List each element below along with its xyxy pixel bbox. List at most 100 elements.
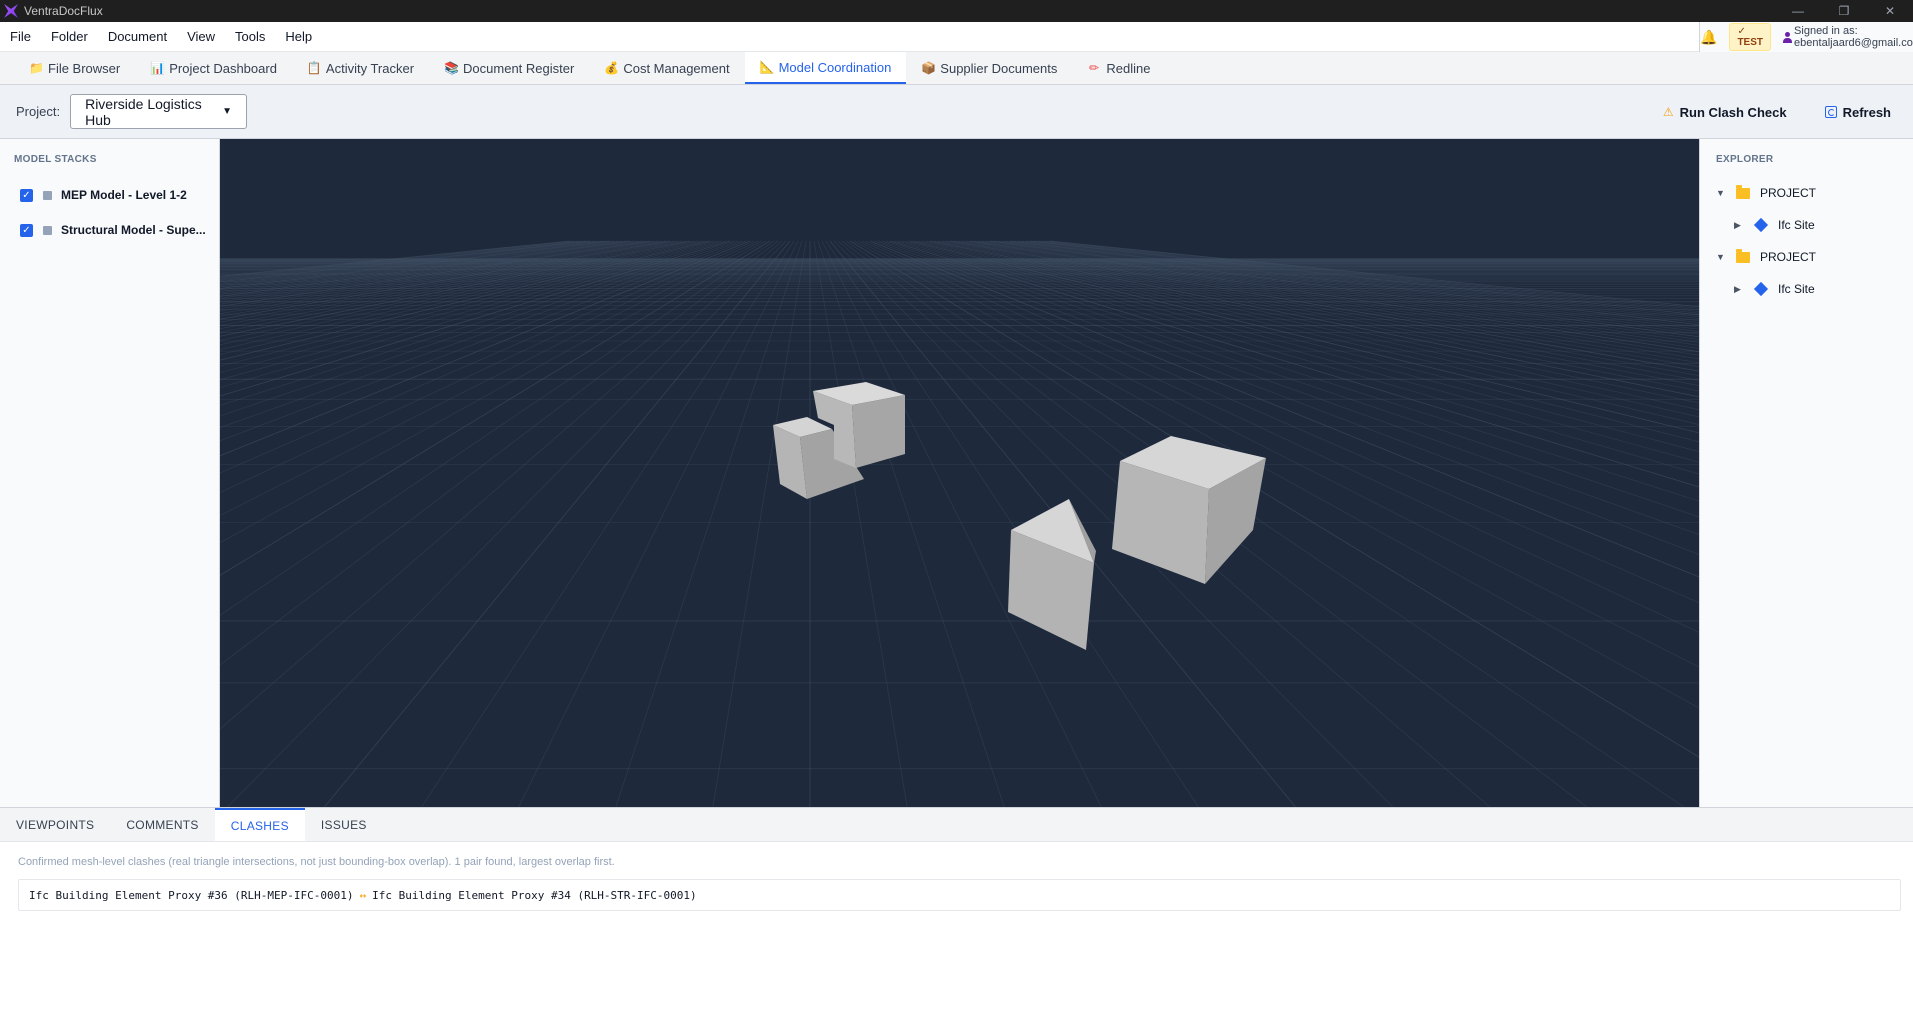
signed-in-user: Signed in as: ebentaljaard6@gmail.com — [1783, 25, 1913, 49]
grid-line — [220, 240, 699, 346]
menu-file[interactable]: File — [0, 29, 41, 44]
grid-line — [981, 240, 1699, 343]
model-stack-item[interactable]: ✓ Structural Model - Supe... — [20, 220, 206, 240]
environment-badge-label: TEST — [1737, 37, 1763, 48]
grid-line — [220, 240, 695, 341]
clash-element-a: Ifc Building Element Proxy #36 (RLH-MEP-… — [29, 888, 354, 902]
grid-line — [615, 240, 803, 807]
tab-label: Cost Management — [623, 60, 730, 76]
model-stack-checkbox[interactable]: ✓ — [20, 223, 33, 237]
app-logo-icon — [4, 4, 18, 18]
tab-issues[interactable]: ISSUES — [305, 808, 383, 841]
pencil-icon: ✏ — [1088, 61, 1099, 75]
grid-line — [881, 240, 1699, 518]
project-toolbar: Project: Riverside Logistics Hub ▼ ⚠ Run… — [0, 85, 1913, 139]
viewport-scene — [220, 240, 1699, 807]
caret-right-icon[interactable]: ▶ — [1734, 284, 1746, 295]
minimize-button[interactable]: — — [1775, 0, 1821, 22]
grid-line — [220, 240, 603, 287]
mesh-element-cube — [1112, 436, 1266, 584]
grid-line — [220, 240, 779, 666]
tree-node-project[interactable]: ▼ PROJECT — [1716, 247, 1816, 267]
tab-label: Redline — [1106, 60, 1151, 76]
tab-redline[interactable]: ✏ Redline — [1072, 52, 1165, 84]
tab-document-register[interactable]: 📚 Document Register — [429, 52, 589, 84]
grid-line — [421, 240, 795, 807]
model-stacks-panel: MODEL STACKS ✓ MEP Model - Level 1-2 ✓ S… — [0, 139, 220, 807]
grid-line — [220, 240, 579, 279]
model-stack-checkbox[interactable]: ✓ — [20, 188, 33, 202]
project-select[interactable]: Riverside Logistics Hub ▼ — [70, 94, 248, 129]
tab-supplier-documents[interactable]: 📦 Supplier Documents — [906, 52, 1072, 84]
grid-line — [220, 240, 635, 299]
tab-label: Model Coordination — [778, 59, 892, 75]
grid-line — [220, 240, 631, 297]
grid-line — [220, 240, 747, 442]
tree-node-site[interactable]: ▶ Ifc Site — [1734, 279, 1815, 299]
tab-label: Project Dashboard — [169, 60, 277, 76]
grid-line — [220, 240, 583, 281]
grid-line — [220, 240, 615, 291]
notification-bell-icon[interactable]: 🔔 — [1700, 29, 1717, 46]
menu-help[interactable]: Help — [275, 29, 322, 44]
tab-label: Supplier Documents — [940, 60, 1058, 76]
bottom-tabs: VIEWPOINTS COMMENTS CLASHES ISSUES — [0, 807, 1913, 842]
tab-cost-management[interactable]: 💰 Cost Management — [589, 52, 744, 84]
menu-tools[interactable]: Tools — [225, 29, 275, 44]
clash-row[interactable]: Ifc Building Element Proxy #36 (RLH-MEP-… — [18, 879, 1901, 911]
grid-line — [220, 240, 587, 282]
explorer-title: EXPLORER — [1716, 154, 1774, 165]
grid-line — [220, 240, 659, 312]
caret-down-icon[interactable]: ▼ — [1716, 252, 1728, 262]
grid-line — [849, 240, 1699, 758]
run-clash-check-button[interactable]: ⚠ Run Clash Check — [1663, 105, 1787, 120]
tab-model-coordination[interactable]: 📐 Model Coordination — [744, 52, 907, 84]
close-button[interactable]: ✕ — [1867, 0, 1913, 22]
grid-line — [220, 240, 759, 494]
grid-line — [518, 240, 799, 807]
maximize-button[interactable]: ❐ — [1821, 0, 1867, 22]
refresh-label: Refresh — [1842, 104, 1891, 120]
project-select-value: Riverside Logistics Hub — [85, 95, 202, 128]
tree-node-label: Ifc Site — [1778, 282, 1815, 296]
folder-icon — [1736, 184, 1750, 199]
tab-clashes[interactable]: CLASHES — [214, 808, 305, 841]
model-stack-item[interactable]: ✓ MEP Model - Level 1-2 — [20, 185, 187, 205]
mesh-face — [852, 395, 905, 468]
tab-project-dashboard[interactable]: 📊 Project Dashboard — [135, 52, 292, 84]
grid-line — [220, 240, 715, 367]
grid-line — [220, 240, 727, 388]
mesh-element-wedge — [1008, 499, 1096, 650]
tab-file-browser[interactable]: 📁 File Browser — [14, 52, 135, 84]
tree-node-site[interactable]: ▶ Ifc Site — [1734, 215, 1815, 235]
menu-bar: File Folder Document View Tools Help 🔔 ✓… — [0, 22, 1913, 52]
grid-line — [712, 240, 807, 807]
grid-line — [220, 240, 595, 284]
menu-view[interactable]: View — [177, 29, 225, 44]
tab-viewpoints[interactable]: VIEWPOINTS — [0, 808, 110, 841]
tree-node-label: Ifc Site — [1778, 218, 1815, 232]
refresh-icon — [1824, 106, 1837, 118]
clipboard-icon: 📋 — [306, 61, 322, 75]
ifc-entity-icon — [1753, 281, 1769, 297]
refresh-button[interactable]: Refresh — [1824, 104, 1891, 120]
grid-line — [977, 240, 1699, 346]
tree-node-project[interactable]: ▼ PROJECT — [1716, 183, 1816, 203]
menu-folder[interactable]: Folder — [41, 29, 98, 44]
tab-comments[interactable]: COMMENTS — [110, 808, 214, 841]
ground-grid — [220, 240, 1699, 807]
menu-document[interactable]: Document — [98, 29, 177, 44]
tab-activity-tracker[interactable]: 📋 Activity Tracker — [292, 52, 429, 84]
grid-line — [841, 240, 1588, 807]
grid-line — [220, 240, 743, 429]
grid-line — [220, 240, 751, 457]
grid-line — [901, 240, 1699, 453]
caret-right-icon[interactable]: ▶ — [1734, 220, 1746, 231]
grid-line — [877, 240, 1699, 536]
user-icon — [1783, 31, 1793, 43]
clash-arrow-icon: ↔ — [359, 888, 367, 902]
caret-down-icon[interactable]: ▼ — [1716, 188, 1728, 198]
grid-line — [220, 240, 771, 576]
3d-viewport[interactable] — [220, 139, 1699, 807]
grid-line — [873, 240, 1699, 555]
